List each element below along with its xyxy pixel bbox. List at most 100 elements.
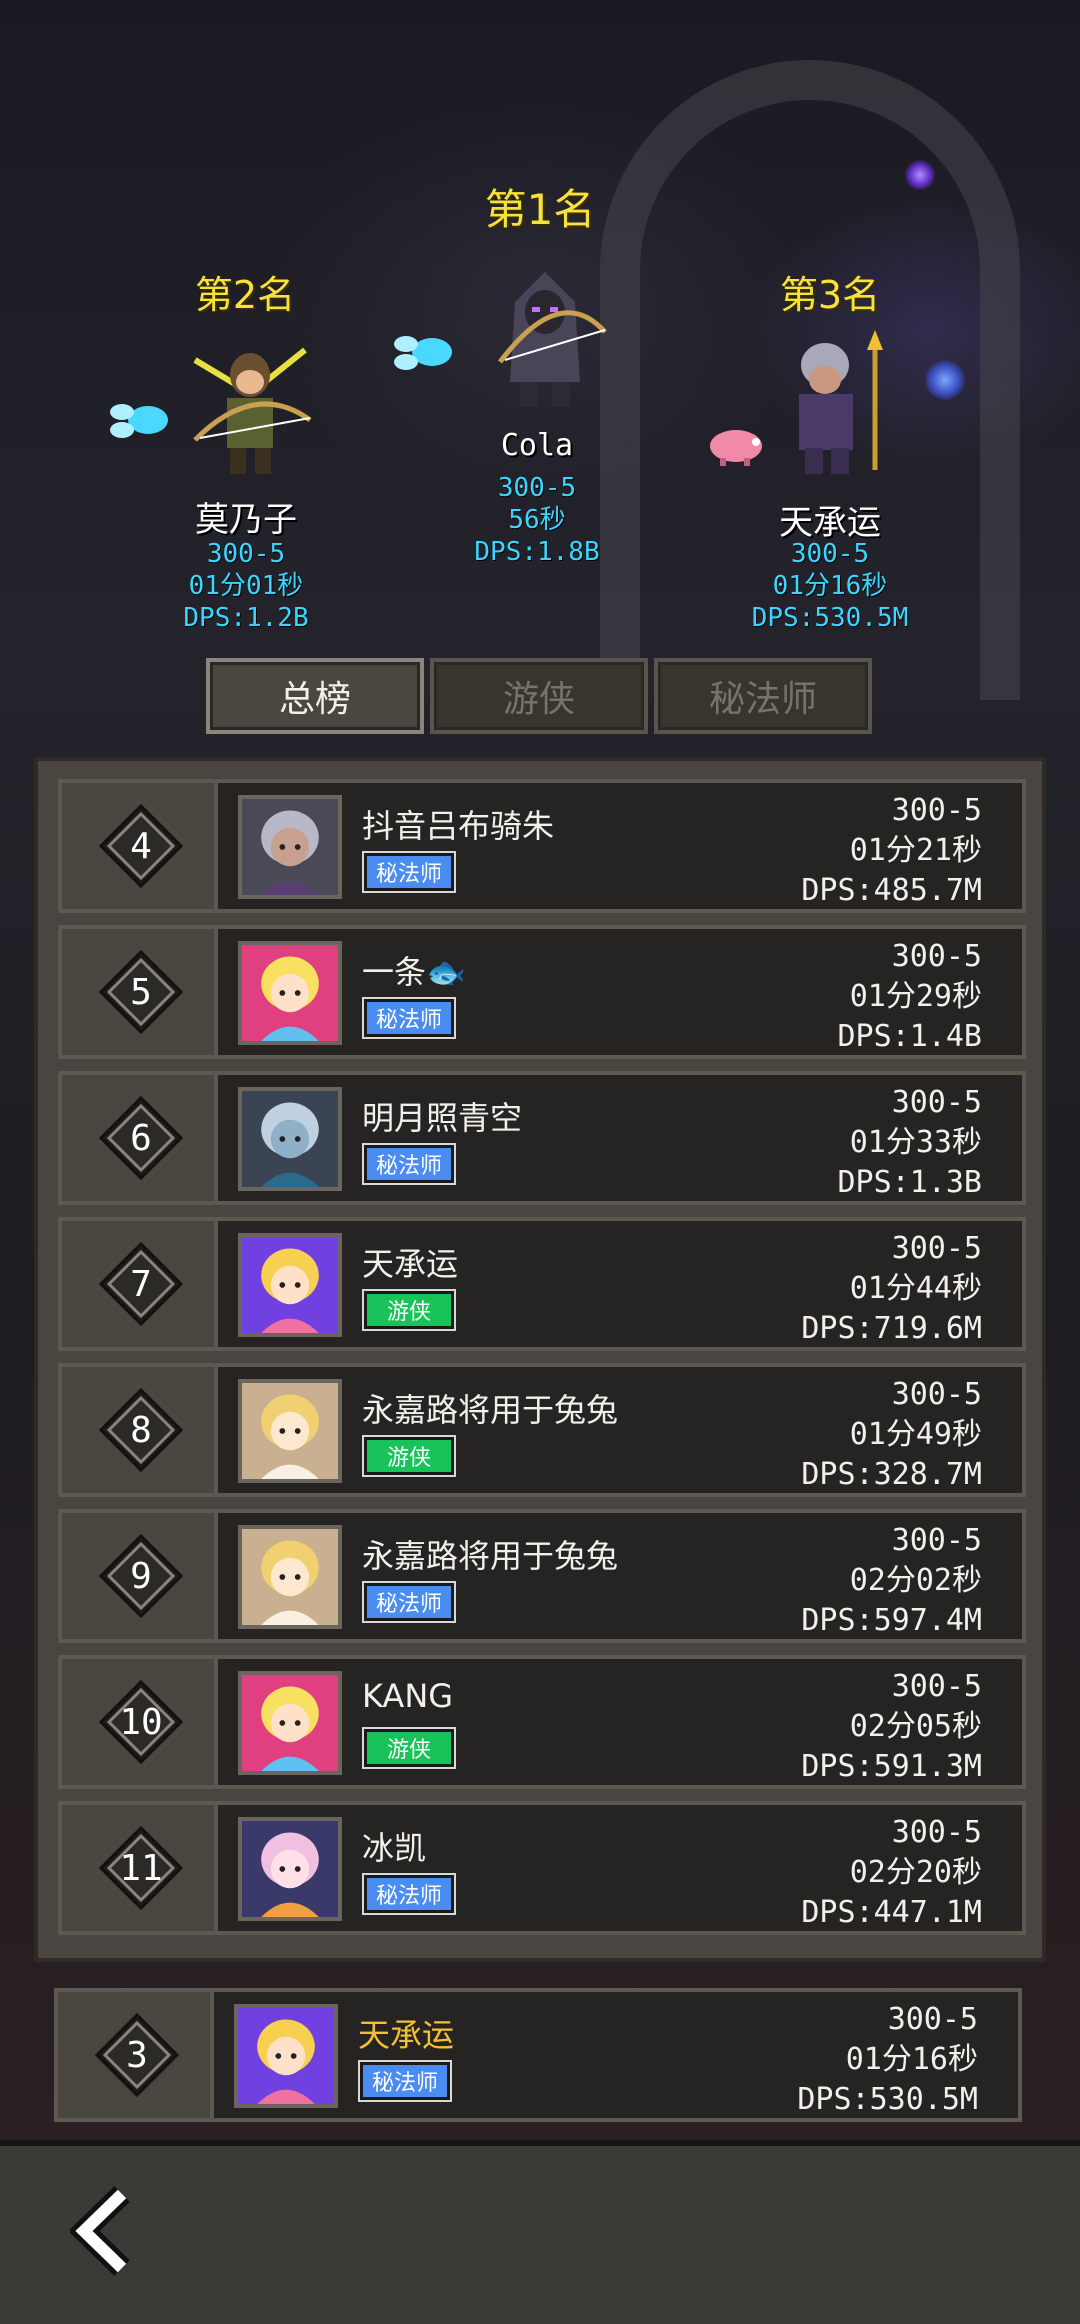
blue-fairy-pet-icon (110, 404, 168, 438)
player-name: KANG (362, 1677, 454, 1715)
avatar[interactable] (238, 1817, 342, 1921)
player-dps: DPS:1.4B (837, 1019, 983, 1054)
player-time: 01分44秒 (849, 1271, 982, 1306)
player-time: 01分16秒 (845, 2042, 978, 2077)
player-stats: 300-5 01分16秒 DPS:530.5M (797, 2000, 978, 2120)
player-stats: 300-5 01分33秒 DPS:1.3B (838, 1083, 983, 1203)
player-name: 天承运 (358, 2016, 455, 2054)
player-name: 一条🐟 (362, 953, 466, 991)
class-badge: 游侠 (362, 1727, 456, 1769)
leaderboard-row[interactable]: 6 明月照青空 秘法师 300-5 01分33秒 DPS:1.3B (58, 1071, 1026, 1205)
avatar[interactable] (234, 2004, 338, 2108)
rank-number: 9 (130, 1555, 152, 1597)
leaderboard-row[interactable]: 10 KANG 游侠 300-5 02分05秒 DPS:591.3M (58, 1655, 1026, 1789)
first-place-time: 56秒 (508, 505, 566, 535)
rank-cell: 6 (62, 1075, 218, 1201)
player-dps: DPS:591.3M (801, 1749, 982, 1784)
avatar[interactable] (238, 1379, 342, 1483)
rank-number: 5 (130, 971, 152, 1013)
avatar[interactable] (238, 1671, 342, 1775)
second-place-stats: 300-5 01分01秒 DPS:1.2B (183, 538, 308, 634)
rank-cell: 11 (62, 1805, 218, 1931)
player-time: 01分29秒 (849, 979, 982, 1014)
rank-diamond-icon: 3 (94, 2012, 180, 2098)
rank-diamond-icon: 5 (98, 949, 184, 1035)
rank-diamond-icon: 7 (98, 1241, 184, 1327)
player-time: 01分21秒 (849, 833, 982, 868)
third-place-score: 300-5 (790, 539, 870, 569)
rank-number: 11 (119, 1847, 163, 1889)
first-place-dps: DPS:1.8B (474, 537, 600, 567)
player-score: 300-5 (891, 1815, 982, 1850)
rank-diamond-icon: 8 (98, 1387, 184, 1473)
back-arrow-icon[interactable] (70, 2186, 150, 2276)
player-name: 天承运 (362, 1245, 459, 1283)
tab-ranger[interactable]: 游侠 (430, 658, 648, 734)
third-place-hero[interactable] (765, 330, 895, 480)
player-time: 02分05秒 (849, 1709, 982, 1744)
player-score: 300-5 (891, 1085, 982, 1120)
avatar[interactable] (238, 795, 342, 899)
leaderboard-row[interactable]: 4 抖音吕布骑朱 秘法师 300-5 01分21秒 DPS:485.7M (58, 779, 1026, 913)
player-name: 永嘉路将用于兔兔 (362, 1391, 619, 1429)
player-time: 02分02秒 (849, 1563, 982, 1598)
class-badge: 秘法师 (362, 1873, 456, 1915)
leaderboard-row[interactable]: 7 天承运 游侠 300-5 01分44秒 DPS:719.6M (58, 1217, 1026, 1351)
third-place-stats: 300-5 01分16秒 DPS:530.5M (752, 538, 909, 634)
first-place-name: Cola (500, 428, 574, 463)
player-dps: DPS:485.7M (801, 873, 982, 908)
second-place-name: 莫乃子 (195, 500, 297, 540)
player-score: 300-5 (891, 939, 982, 974)
player-stats: 300-5 01分49秒 DPS:328.7M (801, 1375, 982, 1495)
first-place-hero[interactable] (480, 262, 610, 412)
avatar[interactable] (238, 941, 342, 1045)
rank-cell: 10 (62, 1659, 218, 1785)
player-dps: DPS:328.7M (801, 1457, 982, 1492)
rank-diamond-icon: 6 (98, 1095, 184, 1181)
rank-number: 3 (126, 2034, 148, 2076)
avatar[interactable] (238, 1087, 342, 1191)
player-stats: 300-5 01分44秒 DPS:719.6M (801, 1229, 982, 1349)
tab-mage[interactable]: 秘法师 (654, 658, 872, 734)
player-dps: DPS:1.3B (837, 1165, 983, 1200)
player-name: 永嘉路将用于兔兔 (362, 1537, 619, 1575)
class-badge: 游侠 (362, 1435, 456, 1477)
purple-orb-icon (905, 160, 935, 190)
rank-cell: 3 (58, 1992, 214, 2118)
leaderboard-row[interactable]: 8 永嘉路将用于兔兔 游侠 300-5 01分49秒 DPS:328.7M (58, 1363, 1026, 1497)
third-place-time: 01分16秒 (772, 571, 888, 601)
my-rank-row[interactable]: 3 天承运 秘法师 300-5 01分16秒 DPS:530.5M (54, 1988, 1022, 2122)
class-badge: 游侠 (362, 1289, 456, 1331)
leaderboard-row[interactable]: 9 永嘉路将用于兔兔 秘法师 300-5 02分02秒 DPS:597.4M (58, 1509, 1026, 1643)
class-badge: 秘法师 (362, 1143, 456, 1185)
class-badge: 秘法师 (362, 1581, 456, 1623)
player-name: 冰凯 (362, 1829, 427, 1867)
second-place-hero[interactable] (185, 330, 315, 480)
rank-diamond-icon: 11 (98, 1825, 184, 1911)
player-time: 01分49秒 (849, 1417, 982, 1452)
second-place-time: 01分01秒 (188, 571, 304, 601)
player-time: 02分20秒 (849, 1855, 982, 1890)
rank-number: 7 (130, 1263, 152, 1305)
leaderboard-list[interactable]: 4 抖音吕布骑朱秘法师 300-5 01分21秒 DPS:485.7M 5 一条🐟 秘法师 30… (34, 757, 1046, 1962)
rank-number: 4 (130, 825, 152, 867)
avatar[interactable] (238, 1233, 342, 1337)
rank-cell: 7 (62, 1221, 218, 1347)
player-score: 300-5 (891, 793, 982, 828)
avatar[interactable] (238, 1525, 342, 1629)
leaderboard-row[interactable]: 11 冰凯 秘法师 300-5 02分20秒 DPS:447.1M (58, 1801, 1026, 1935)
player-stats: 300-5 01分21秒 DPS:485.7M (801, 791, 982, 911)
pink-pig-pet-icon (710, 430, 762, 466)
leaderboard-row[interactable]: 5 一条🐟 秘法师 300-5 01分29秒 DPS:1.4B (58, 925, 1026, 1059)
tab-overall[interactable]: 总榜 (206, 658, 424, 734)
third-place-title: 第3名 (779, 273, 881, 317)
rank-diamond-icon: 4 (98, 803, 184, 889)
player-dps: DPS:719.6M (801, 1311, 982, 1346)
player-stats: 300-5 02分05秒 DPS:591.3M (801, 1667, 982, 1787)
player-name: 抖音吕布骑朱 (362, 807, 555, 845)
player-stats: 300-5 02分20秒 DPS:447.1M (801, 1813, 982, 1933)
first-place-stats: 300-5 56秒 DPS:1.8B (474, 472, 599, 568)
second-place-title: 第2名 (194, 273, 296, 317)
first-place-title: 第1名 (484, 185, 596, 234)
second-place-score: 300-5 (206, 539, 286, 569)
